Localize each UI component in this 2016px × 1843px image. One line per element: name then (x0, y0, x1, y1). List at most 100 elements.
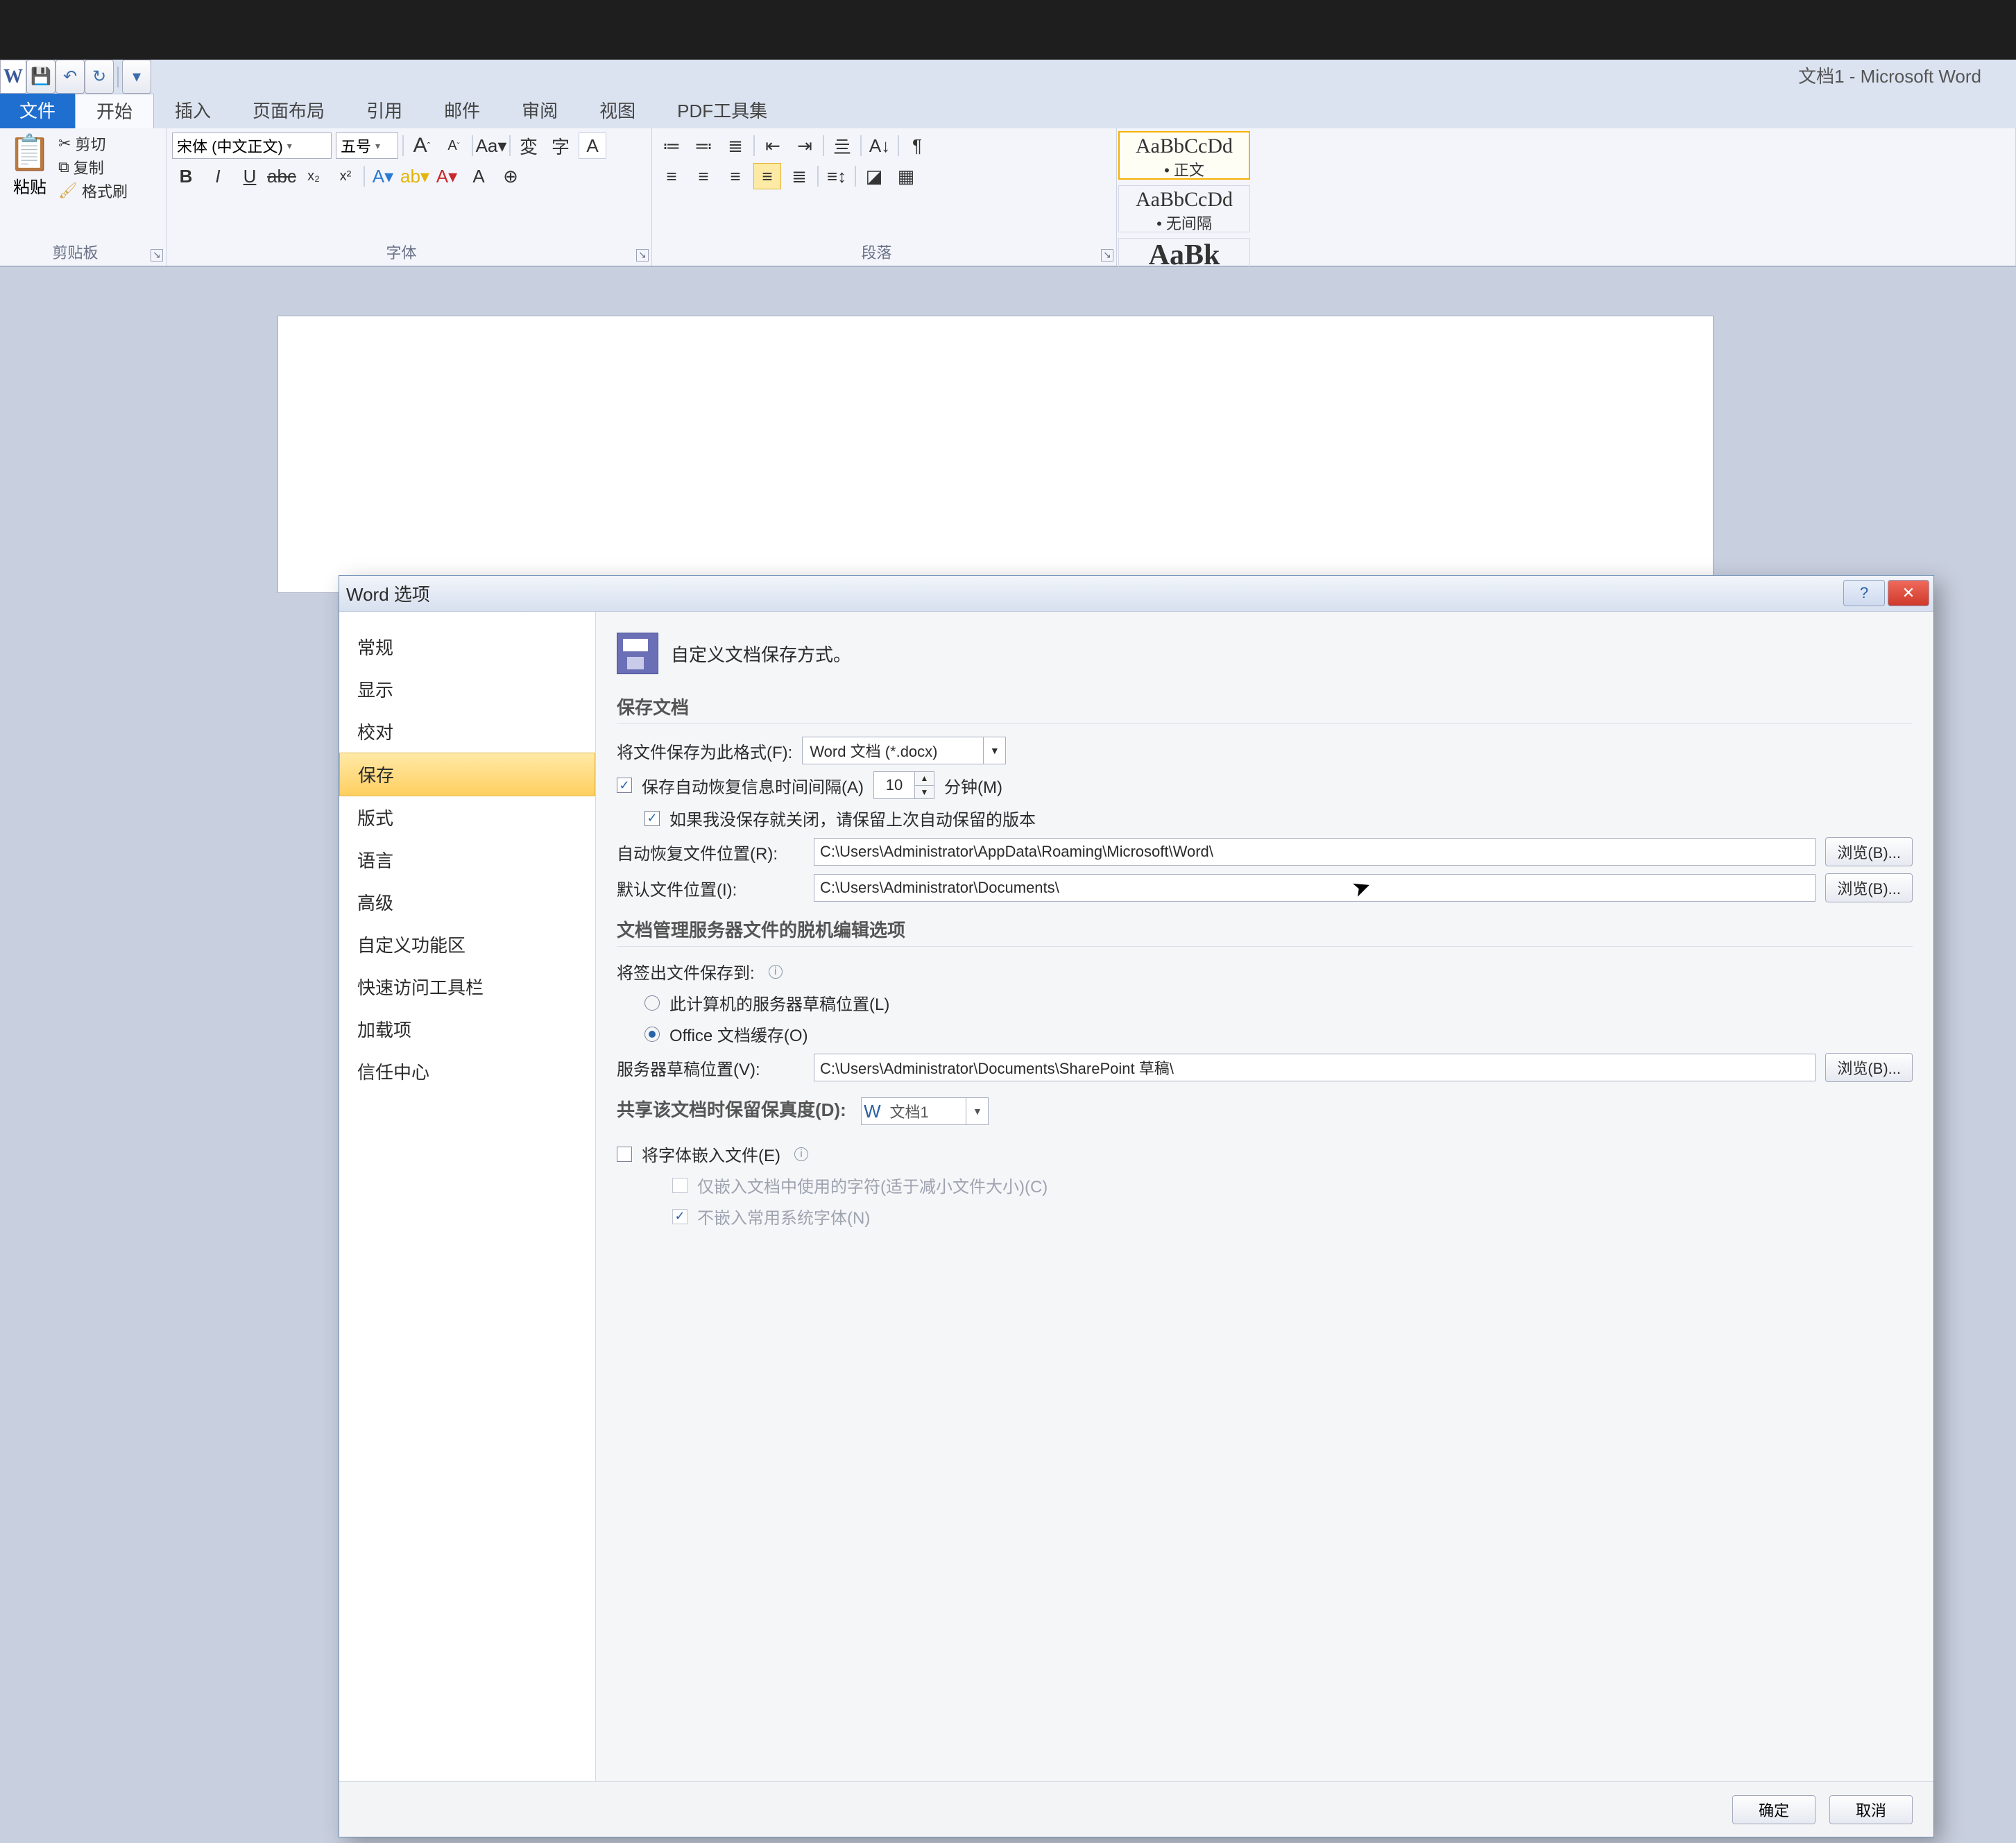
shrink-font-button[interactable]: Aˇ (440, 132, 468, 159)
sidebar-item-proofing[interactable]: 校对 (339, 710, 595, 753)
show-marks-button[interactable]: ¶ (903, 132, 931, 159)
autosave-checkbox[interactable] (617, 778, 632, 793)
tab-mailings[interactable]: 邮件 (423, 94, 501, 128)
font-size-combo[interactable]: 五号▾ (336, 132, 398, 159)
chevron-down-icon[interactable]: ▼ (966, 1097, 988, 1125)
font-launcher[interactable]: ↘ (636, 249, 649, 262)
format-painter-button[interactable]: 🖌格式刷 (58, 180, 128, 202)
copy-button[interactable]: ⧉复制 (58, 156, 128, 178)
tab-review[interactable]: 审阅 (501, 94, 579, 128)
borders-button[interactable]: ▦ (892, 163, 920, 189)
increase-indent-button[interactable]: ⇥ (791, 132, 819, 159)
line-spacing-button[interactable]: ≡↕ (823, 163, 851, 189)
tab-view[interactable]: 视图 (579, 94, 656, 128)
subscript-button[interactable]: x₂ (300, 163, 327, 189)
qat-redo-button[interactable]: ↻ (85, 60, 114, 94)
highlight-button[interactable]: ab▾ (401, 163, 429, 189)
sidebar-item-layout[interactable]: 版式 (339, 796, 595, 839)
font-color-button[interactable]: A▾ (433, 163, 461, 189)
sidebar-item-general[interactable]: 常规 (339, 626, 595, 668)
grow-font-button[interactable]: Aˆ (408, 132, 436, 159)
style-normal[interactable]: AaBbCcDd • 正文 (1118, 131, 1250, 180)
server-drafts-location-input[interactable]: C:\Users\Administrator\Documents\SharePo… (814, 1054, 1816, 1081)
save-icon (617, 633, 658, 674)
tab-insert[interactable]: 插入 (154, 94, 232, 128)
embed-fonts-checkbox[interactable] (617, 1147, 632, 1162)
align-justify-button[interactable]: ≡ (753, 163, 781, 189)
radio-server-drafts[interactable] (644, 995, 660, 1011)
char-shading-button[interactable]: 字 (547, 132, 574, 159)
tab-pdftools[interactable]: PDF工具集 (656, 94, 788, 128)
align-left-button[interactable]: ≡ (658, 163, 685, 189)
autorecover-location-input[interactable]: C:\Users\Administrator\AppData\Roaming\M… (814, 838, 1816, 866)
no-embed-system-fonts-checkbox (672, 1209, 687, 1224)
sidebar-item-qat[interactable]: 快速访问工具栏 (339, 966, 595, 1008)
autorecover-browse-button[interactable]: 浏览(B)... (1825, 837, 1913, 866)
tab-pagelayout[interactable]: 页面布局 (232, 94, 345, 128)
multilevel-button[interactable]: ≣ (721, 132, 749, 159)
align-distribute-button[interactable]: ≣ (785, 163, 813, 189)
align-center-button[interactable]: ≡ (690, 163, 717, 189)
sidebar-item-language[interactable]: 语言 (339, 839, 595, 881)
document-page[interactable] (277, 316, 1714, 593)
italic-button[interactable]: I (204, 163, 232, 189)
cancel-button[interactable]: 取消 (1829, 1795, 1913, 1824)
info-icon[interactable]: i (769, 965, 783, 979)
qat-save-button[interactable]: 💾 (26, 60, 55, 94)
ltr-button[interactable]: 亖 (828, 132, 856, 159)
strikethrough-button[interactable]: abc (268, 163, 296, 189)
group-label: 剪贴板 (0, 241, 151, 263)
app-menu-button[interactable]: W (0, 60, 26, 94)
superscript-button[interactable]: x² (332, 163, 359, 189)
autosave-minutes-value: 10 (873, 771, 915, 799)
enclose-char-button[interactable]: ⊕ (497, 163, 524, 189)
sidebar-item-advanced[interactable]: 高级 (339, 881, 595, 923)
bullets-button[interactable]: ≔ (658, 132, 685, 159)
cut-button[interactable]: ✂剪切 (58, 132, 128, 155)
dialog-help-button[interactable]: ? (1843, 580, 1885, 606)
numbering-button[interactable]: ≕ (690, 132, 717, 159)
dialog-titlebar[interactable]: Word 选项 ? ✕ (339, 576, 1933, 612)
sidebar-item-customize-ribbon[interactable]: 自定义功能区 (339, 923, 595, 966)
sort-button[interactable]: A↓ (866, 132, 894, 159)
align-right-button[interactable]: ≡ (721, 163, 749, 189)
clipboard-launcher[interactable]: ↘ (151, 249, 163, 262)
radio-office-cache[interactable] (644, 1027, 660, 1042)
bold-button[interactable]: B (172, 163, 200, 189)
save-format-select[interactable]: Word 文档 (*.docx) ▼ (802, 737, 1006, 764)
font-family-combo[interactable]: 宋体 (中文正文)▾ (172, 132, 332, 159)
char-shading2-button[interactable]: A (465, 163, 493, 189)
paste-button[interactable]: 📋 粘贴 (6, 132, 54, 198)
dialog-close-button[interactable]: ✕ (1888, 580, 1929, 606)
tab-references[interactable]: 引用 (345, 94, 423, 128)
separator (364, 166, 365, 187)
sidebar-item-addins[interactable]: 加载项 (339, 1008, 595, 1050)
sidebar-item-trust[interactable]: 信任中心 (339, 1050, 595, 1092)
decrease-indent-button[interactable]: ⇤ (759, 132, 787, 159)
shading-button[interactable]: ◪ (860, 163, 888, 189)
style-no-spacing[interactable]: AaBbCcDd • 无间隔 (1118, 185, 1250, 232)
info-icon[interactable]: i (794, 1147, 808, 1161)
section-fidelity-label: 共享该文档时保留保真度(D): (617, 1099, 846, 1120)
char-border-button[interactable]: A (579, 132, 606, 159)
spin-down-icon[interactable]: ▼ (915, 786, 934, 799)
server-drafts-location-label: 服务器草稿位置(V): (617, 1056, 804, 1080)
underline-button[interactable]: U (236, 163, 264, 189)
tab-home[interactable]: 开始 (75, 94, 154, 128)
ok-button[interactable]: 确定 (1732, 1795, 1816, 1824)
qat-customize-button[interactable]: ▾ (122, 60, 151, 94)
text-effects-button[interactable]: A▾ (369, 163, 397, 189)
change-case-button[interactable]: Aa▾ (477, 132, 505, 159)
paragraph-launcher[interactable]: ↘ (1101, 249, 1113, 262)
qat-undo-button[interactable]: ↶ (55, 60, 85, 94)
file-tab[interactable]: 文件 (0, 94, 75, 128)
default-location-input[interactable]: C:\Users\Administrator\Documents\ (814, 874, 1816, 902)
phonetic-guide-button[interactable]: 変 (515, 132, 543, 159)
default-browse-button[interactable]: 浏览(B)... (1825, 873, 1913, 902)
server-drafts-browse-button[interactable]: 浏览(B)... (1825, 1053, 1913, 1082)
sidebar-item-display[interactable]: 显示 (339, 668, 595, 710)
sidebar-item-save[interactable]: 保存 (339, 753, 595, 796)
spin-up-icon[interactable]: ▲ (915, 772, 934, 786)
keep-last-autosaved-checkbox[interactable] (644, 811, 660, 826)
autosave-minutes-spinner[interactable]: 10 ▲▼ (873, 771, 934, 799)
